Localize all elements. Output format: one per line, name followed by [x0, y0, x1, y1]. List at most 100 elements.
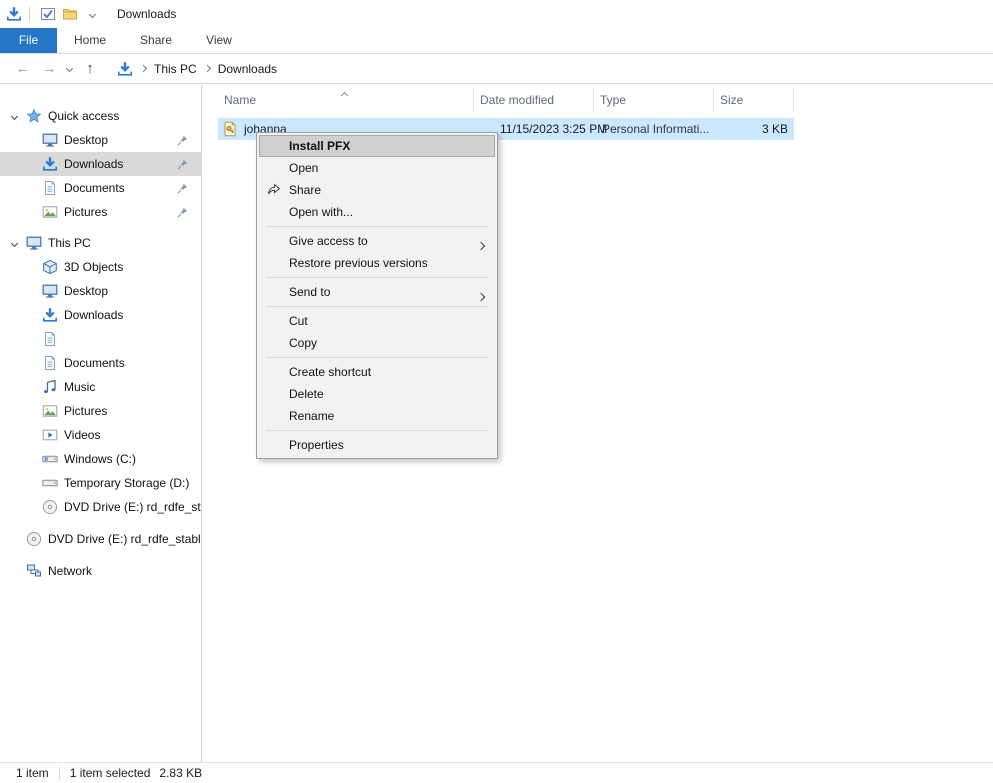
pin-icon: [177, 159, 188, 170]
tab-view[interactable]: View: [189, 28, 249, 53]
sidebar-section-quick-access[interactable]: Quick access: [0, 104, 201, 128]
document-icon: [42, 180, 58, 196]
properties-icon: [40, 6, 56, 22]
sidebar-item-pictures[interactable]: Pictures: [0, 200, 201, 224]
menu-item-properties[interactable]: Properties: [259, 434, 495, 456]
column-headers: Name Date modified Type Size: [203, 88, 993, 112]
sidebar-item-label: Windows (C:): [64, 452, 136, 466]
cube-icon: [42, 259, 58, 275]
downloads-icon: [6, 6, 22, 22]
sidebar-item-temporary-storage-d[interactable]: Temporary Storage (D:): [0, 471, 201, 495]
sidebar-item-thispc-documents[interactable]: Documents: [0, 351, 201, 375]
star-icon: [26, 108, 42, 124]
menu-item-copy[interactable]: Copy: [259, 332, 495, 354]
sidebar-item-label: DVD Drive (E:) rd_rdfe_stable: [64, 500, 201, 514]
sidebar-section-this-pc[interactable]: This PC: [0, 231, 201, 255]
sidebar-item-label: Pictures: [64, 404, 107, 418]
menu-item-open[interactable]: Open: [259, 157, 495, 179]
sidebar-item-label: Desktop: [64, 284, 108, 298]
sidebar-item-downloads[interactable]: Downloads: [0, 152, 201, 176]
sidebar-item-videos[interactable]: Videos: [0, 423, 201, 447]
tab-file[interactable]: File: [0, 28, 57, 53]
sidebar-item-thispc-desktop[interactable]: Desktop: [0, 279, 201, 303]
back-button[interactable]: ←: [10, 56, 36, 82]
sidebar-item-3d-objects[interactable]: 3D Objects: [0, 255, 201, 279]
forward-button[interactable]: →: [36, 56, 62, 82]
menu-separator: [266, 357, 488, 358]
share-icon: [266, 182, 282, 198]
file-size: 3 KB: [714, 118, 788, 140]
submenu-arrow-icon: [478, 238, 484, 252]
customize-toolbar-button[interactable]: [81, 3, 103, 25]
sidebar-item-label: Desktop: [64, 133, 108, 147]
pin-icon: [177, 207, 188, 218]
menu-item-send-to[interactable]: Send to: [259, 281, 495, 303]
dvd-icon: [26, 531, 42, 547]
column-header-label: Size: [720, 93, 743, 107]
history-dropdown-icon[interactable]: [66, 65, 73, 72]
downloads-icon: [42, 307, 58, 323]
monitor-icon: [42, 132, 58, 148]
column-header-size[interactable]: Size: [714, 88, 794, 112]
column-header-label: Type: [600, 93, 626, 107]
sidebar-item-thispc-pictures[interactable]: Pictures: [0, 399, 201, 423]
sidebar-item-label: Downloads: [64, 157, 123, 171]
submenu-arrow-icon: [478, 289, 484, 303]
sidebar-item-label: 3D Objects: [64, 260, 123, 274]
monitor-icon: [26, 235, 42, 251]
breadcrumb-chevron-icon[interactable]: [140, 65, 147, 72]
breadcrumb-chevron-icon[interactable]: [204, 65, 211, 72]
breadcrumb-downloads[interactable]: Downloads: [218, 62, 277, 76]
up-button[interactable]: ↑: [77, 56, 103, 82]
tab-home[interactable]: Home: [57, 28, 123, 53]
sidebar-item-label: Temporary Storage (D:): [64, 476, 189, 490]
menu-item-cut[interactable]: Cut: [259, 310, 495, 332]
sidebar-item-windows-c[interactable]: Windows (C:): [0, 447, 201, 471]
breadcrumb-this-pc[interactable]: This PC: [154, 62, 197, 76]
sidebar-item-label: DVD Drive (E:) rd_rdfe_stable.1: [48, 532, 201, 546]
sidebar-item-network[interactable]: Network: [0, 559, 201, 583]
menu-item-create-shortcut[interactable]: Create shortcut: [259, 361, 495, 383]
certificate-file-icon: [222, 121, 238, 137]
status-bar: 1 item 1 item selected 2.83 KB: [0, 762, 993, 783]
navigation-bar: ← → ↑ This PC Downloads: [0, 54, 993, 84]
menu-item-delete[interactable]: Delete: [259, 383, 495, 405]
column-header-type[interactable]: Type: [594, 88, 714, 112]
sidebar-item-dvd-drive-e-root[interactable]: DVD Drive (E:) rd_rdfe_stable.1: [0, 527, 201, 551]
menu-item-install-pfx[interactable]: Install PFX: [259, 135, 495, 157]
chevron-down-icon: [88, 10, 95, 17]
sidebar-item-thispc-downloads[interactable]: Downloads: [0, 303, 201, 327]
properties-button[interactable]: [37, 3, 59, 25]
music-icon: [42, 379, 58, 395]
menu-item-give-access-to[interactable]: Give access to: [259, 230, 495, 252]
downloads-icon: [117, 61, 133, 77]
column-header-label: Name: [224, 93, 256, 107]
titlebar-separator: [29, 7, 30, 21]
menu-item-open-with[interactable]: Open with...: [259, 201, 495, 223]
column-header-date-modified[interactable]: Date modified: [474, 88, 594, 112]
tab-share[interactable]: Share: [123, 28, 189, 53]
drive-windows-icon: [42, 451, 58, 467]
sidebar-item-music[interactable]: Music: [0, 375, 201, 399]
downloads-icon: [42, 156, 58, 172]
sidebar-item-label: Videos: [64, 428, 100, 442]
expand-chevron-icon[interactable]: [11, 239, 18, 246]
address-bar[interactable]: This PC Downloads: [117, 61, 277, 77]
explorer-window: Downloads File Home Share View ← → ↑ Thi…: [0, 0, 993, 783]
expand-chevron-icon[interactable]: [11, 112, 18, 119]
window-title: Downloads: [117, 7, 176, 21]
sidebar-item-dvd-drive-e[interactable]: DVD Drive (E:) rd_rdfe_stable: [0, 495, 201, 519]
sidebar-item-unnamed[interactable]: [0, 327, 201, 351]
ribbon-tabs: File Home Share View: [0, 28, 993, 54]
network-icon: [26, 563, 42, 579]
sidebar-item-documents[interactable]: Documents: [0, 176, 201, 200]
menu-item-rename[interactable]: Rename: [259, 405, 495, 427]
menu-item-restore-previous-versions[interactable]: Restore previous versions: [259, 252, 495, 274]
status-selection-size: 2.83 KB: [159, 766, 202, 780]
sidebar-item-desktop[interactable]: Desktop: [0, 128, 201, 152]
dvd-icon: [42, 499, 58, 515]
menu-item-share[interactable]: Share: [259, 179, 495, 201]
column-header-name[interactable]: Name: [218, 88, 474, 112]
sidebar-item-label: Downloads: [64, 308, 123, 322]
new-folder-button[interactable]: [59, 3, 81, 25]
